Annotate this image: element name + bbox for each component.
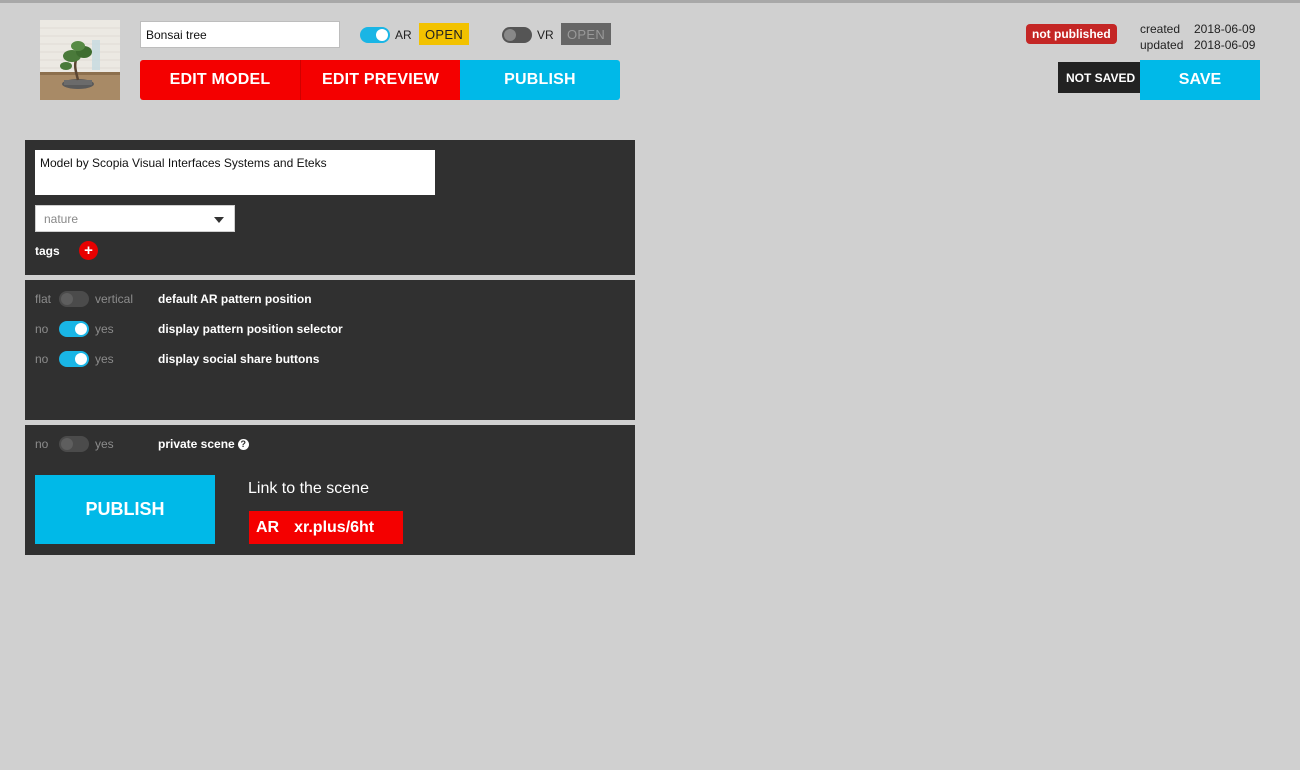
add-tag-icon[interactable]: + xyxy=(79,241,98,260)
bonsai-thumbnail-image xyxy=(40,20,120,100)
vr-label: VR xyxy=(537,28,554,42)
info-panel: Model by Scopia Visual Interfaces System… xyxy=(25,140,635,275)
option-left-label: no xyxy=(35,322,49,336)
link-url: xr.plus/6ht xyxy=(294,518,375,536)
option-description: display pattern position selector xyxy=(158,322,343,336)
updated-value: 2018-06-09 xyxy=(1194,38,1256,52)
option-row-ar-pattern-position: flat vertical default AR pattern positio… xyxy=(35,291,625,307)
option-right-label: yes xyxy=(95,322,114,336)
ar-toggle[interactable] xyxy=(360,27,390,43)
private-scene-text: private scene xyxy=(158,437,235,451)
model-thumbnail[interactable] xyxy=(40,20,120,100)
top-border xyxy=(0,0,1300,3)
tags-label: tags xyxy=(35,244,60,258)
option-right-label: vertical xyxy=(95,292,134,306)
option-left-label: no xyxy=(35,352,49,366)
created-value: 2018-06-09 xyxy=(1194,22,1256,36)
options-panel: flat vertical default AR pattern positio… xyxy=(25,280,635,420)
publish-status-badge: not published xyxy=(1026,24,1117,44)
not-saved-indicator: NOT SAVED xyxy=(1058,62,1153,93)
updated-label: updated xyxy=(1140,38,1184,52)
option-row-social-share: no yes display social share buttons xyxy=(35,351,625,367)
private-scene-toggle[interactable] xyxy=(59,436,89,452)
scene-link[interactable]: AR xr.plus/6ht xyxy=(249,511,403,544)
private-scene-label: private scene? xyxy=(158,436,249,452)
option-row-pattern-selector: no yes display pattern position selector xyxy=(35,321,625,337)
option-left-label: flat xyxy=(35,292,52,306)
tab-publish[interactable]: PUBLISH xyxy=(460,60,620,100)
ar-label: AR xyxy=(395,28,412,42)
link-title: Link to the scene xyxy=(248,480,369,497)
private-left-label: no xyxy=(35,437,49,451)
tab-edit-preview[interactable]: EDIT PREVIEW xyxy=(300,60,460,100)
date-info: created 2018-06-09 updated 2018-06-09 xyxy=(1140,21,1255,53)
social-share-toggle[interactable] xyxy=(59,351,89,367)
save-button[interactable]: SAVE xyxy=(1140,60,1260,100)
tab-edit-model[interactable]: EDIT MODEL xyxy=(140,60,300,100)
pattern-selector-toggle[interactable] xyxy=(59,321,89,337)
publish-button[interactable]: PUBLISH xyxy=(35,475,215,544)
option-description: default AR pattern position xyxy=(158,292,312,306)
option-row-private-scene: no yes private scene? xyxy=(35,436,625,452)
option-description: display social share buttons xyxy=(158,352,320,366)
ar-pattern-position-toggle[interactable] xyxy=(59,291,89,307)
link-type: AR xyxy=(256,518,280,536)
ar-open-button[interactable]: OPEN xyxy=(419,23,469,45)
vr-open-button[interactable]: OPEN xyxy=(561,23,611,45)
created-label: created xyxy=(1140,22,1181,36)
help-icon[interactable]: ? xyxy=(237,438,249,450)
publish-panel: no yes private scene? PUBLISH Link to th… xyxy=(25,425,635,555)
private-right-label: yes xyxy=(95,437,114,451)
category-value: nature xyxy=(44,211,79,226)
category-select[interactable]: nature xyxy=(35,205,235,232)
description-field[interactable]: Model by Scopia Visual Interfaces System… xyxy=(35,150,435,195)
chevron-down-icon xyxy=(214,217,224,223)
model-name-input[interactable] xyxy=(140,21,340,48)
vr-toggle[interactable] xyxy=(502,27,532,43)
main-tabs: EDIT MODEL EDIT PREVIEW PUBLISH xyxy=(140,60,620,100)
option-right-label: yes xyxy=(95,352,114,366)
